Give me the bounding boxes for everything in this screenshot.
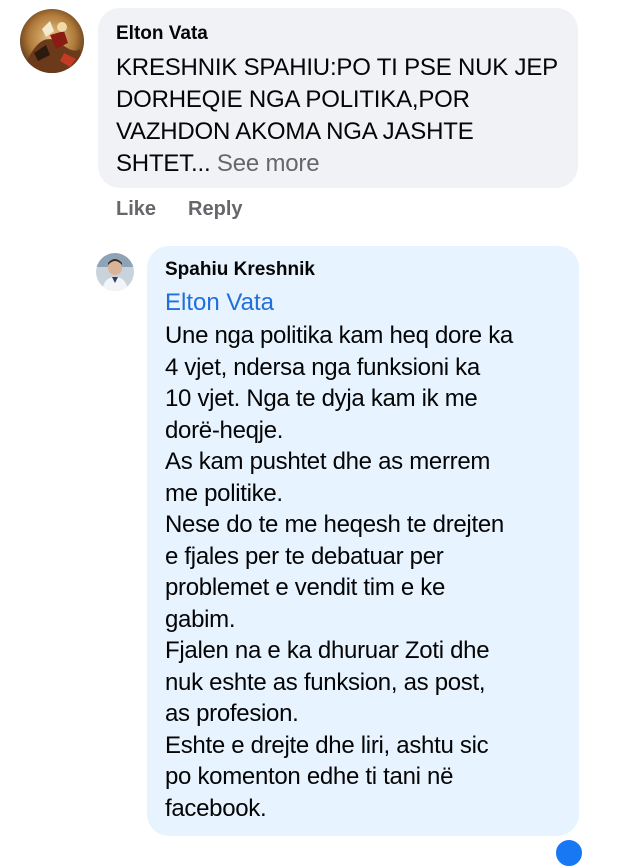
avatar-person-icon bbox=[96, 253, 134, 291]
avatar-spahiu-kreshnik[interactable] bbox=[96, 253, 134, 291]
reply-line: me politike. bbox=[165, 479, 283, 507]
reply-line: gabim. bbox=[165, 605, 236, 633]
reply-line: facebook. bbox=[165, 794, 267, 822]
reply-bubble: Spahiu Kreshnik Elton Vata Une nga polit… bbox=[147, 246, 579, 836]
like-button[interactable]: Like bbox=[116, 198, 156, 220]
avatar-artwork-icon bbox=[20, 9, 84, 73]
reply-line: as profesion. bbox=[165, 700, 299, 727]
reply-line: 4 vjet, ndersa nga funksioni ka bbox=[165, 353, 480, 381]
reply-line: Nese do te me heqesh te drejten bbox=[165, 511, 504, 538]
comment-bubble: Elton Vata KRESHNIK SPAHIU:PO TI PSE NUK… bbox=[98, 8, 578, 188]
see-more-link[interactable]: See more bbox=[217, 150, 320, 177]
reply-line: problemet e vendit tim e ke bbox=[165, 574, 446, 601]
reply-line: po komenton edhe ti tani në bbox=[165, 763, 454, 790]
avatar-elton-vata[interactable] bbox=[20, 9, 84, 73]
comment-author[interactable]: Elton Vata bbox=[116, 22, 562, 46]
comment-body: KRESHNIK SPAHIU:PO TI PSE NUK JEP DORHEQ… bbox=[116, 54, 558, 177]
reply-text: Une nga politika kam heq dore ka 4 vjet,… bbox=[165, 320, 565, 824]
reply-line: dorë-heqje. bbox=[165, 416, 284, 444]
reply-author[interactable]: Spahiu Kreshnik bbox=[165, 258, 565, 282]
reply-line: e fjales per te debatuar per bbox=[165, 542, 444, 570]
reply-line: As kam pushtet dhe as merrem bbox=[165, 448, 491, 475]
reply-line: Une nga politika kam heq dore ka bbox=[165, 322, 513, 349]
reply-line: nuk eshte as funksion, as post, bbox=[165, 668, 486, 696]
reply-line: Fjalen na e ka dhuruar Zoti dhe bbox=[165, 637, 490, 664]
comment-text: KRESHNIK SPAHIU:PO TI PSE NUK JEP DORHEQ… bbox=[116, 52, 562, 180]
reply-line: Eshte e drejte dhe liri, ashtu sic bbox=[165, 731, 489, 759]
comment-actions: Like Reply bbox=[116, 198, 243, 221]
reply-line: 10 vjet. Nga te dyja kam ik me bbox=[165, 385, 478, 412]
reaction-icon[interactable] bbox=[554, 838, 584, 868]
reply-button[interactable]: Reply bbox=[188, 198, 242, 220]
mention-link[interactable]: Elton Vata bbox=[165, 288, 565, 318]
